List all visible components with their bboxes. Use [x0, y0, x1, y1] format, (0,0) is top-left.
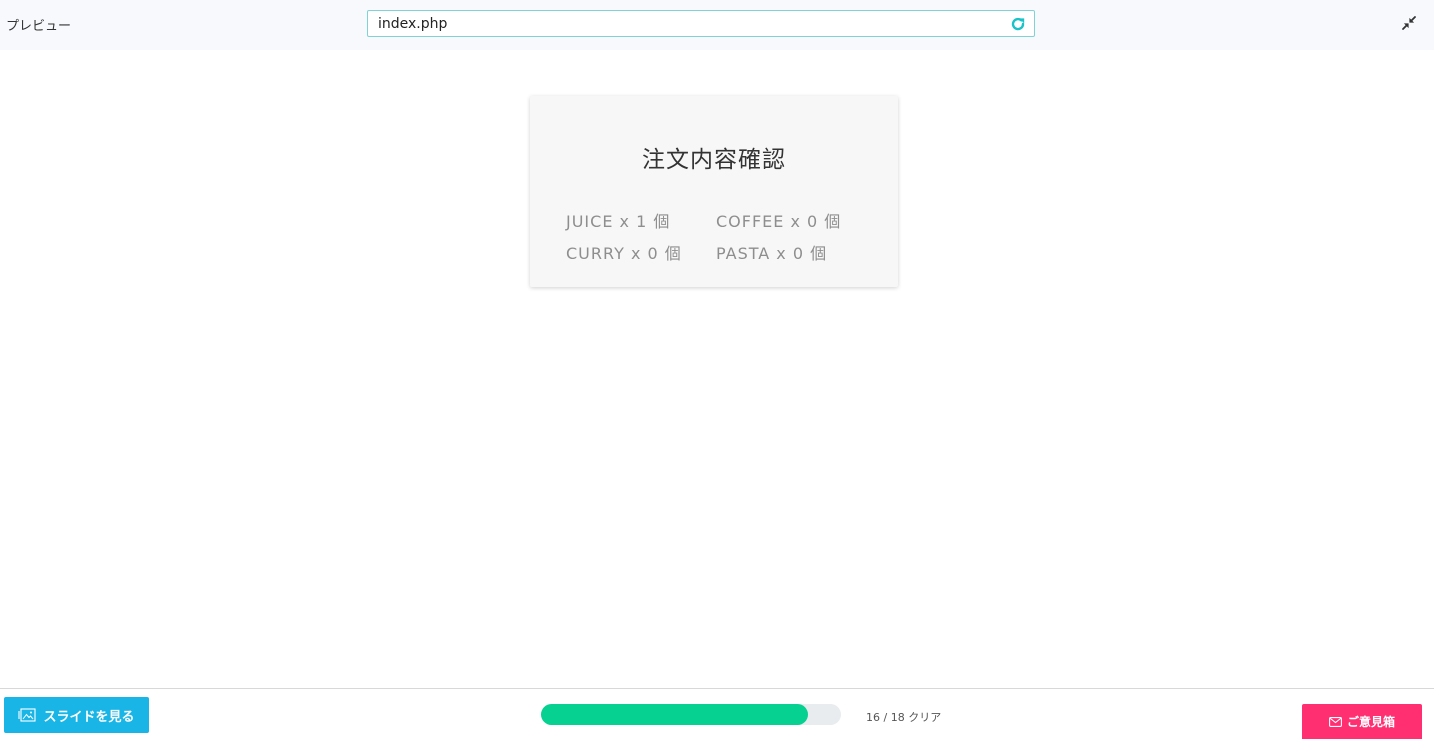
view-slides-button[interactable]: スライドを見る — [4, 697, 149, 733]
progress-text: 16 / 18 クリア — [866, 711, 942, 724]
footer-bar: スライドを見る 16 / 18 クリア ご意見箱 — [0, 688, 1434, 739]
image-icon — [18, 708, 37, 722]
url-bar[interactable]: index.php — [367, 10, 1035, 37]
order-item-pasta: PASTA x 0 個 — [716, 244, 828, 263]
reload-icon[interactable] — [1010, 16, 1026, 32]
progress-bar-fill — [541, 704, 808, 725]
mail-icon — [1329, 716, 1342, 727]
order-item-coffee: COFFEE x 0 個 — [716, 212, 842, 231]
feedback-button[interactable]: ご意見箱 — [1302, 704, 1422, 739]
preview-header: プレビュー index.php — [0, 0, 1434, 50]
url-text: index.php — [378, 16, 448, 32]
preview-title: プレビュー — [6, 19, 72, 34]
progress-bar — [541, 704, 841, 725]
card-title: 注文内容確認 — [642, 147, 786, 173]
feedback-label: ご意見箱 — [1346, 715, 1395, 729]
view-slides-label: スライドを見る — [43, 709, 135, 725]
order-item-juice: JUICE x 1 個 — [566, 212, 671, 231]
order-confirmation-card: 注文内容確認 JUICE x 1 個 COFFEE x 0 個 CURRY x … — [530, 96, 898, 287]
collapse-icon[interactable] — [1401, 15, 1417, 31]
order-item-curry: CURRY x 0 個 — [566, 244, 682, 263]
